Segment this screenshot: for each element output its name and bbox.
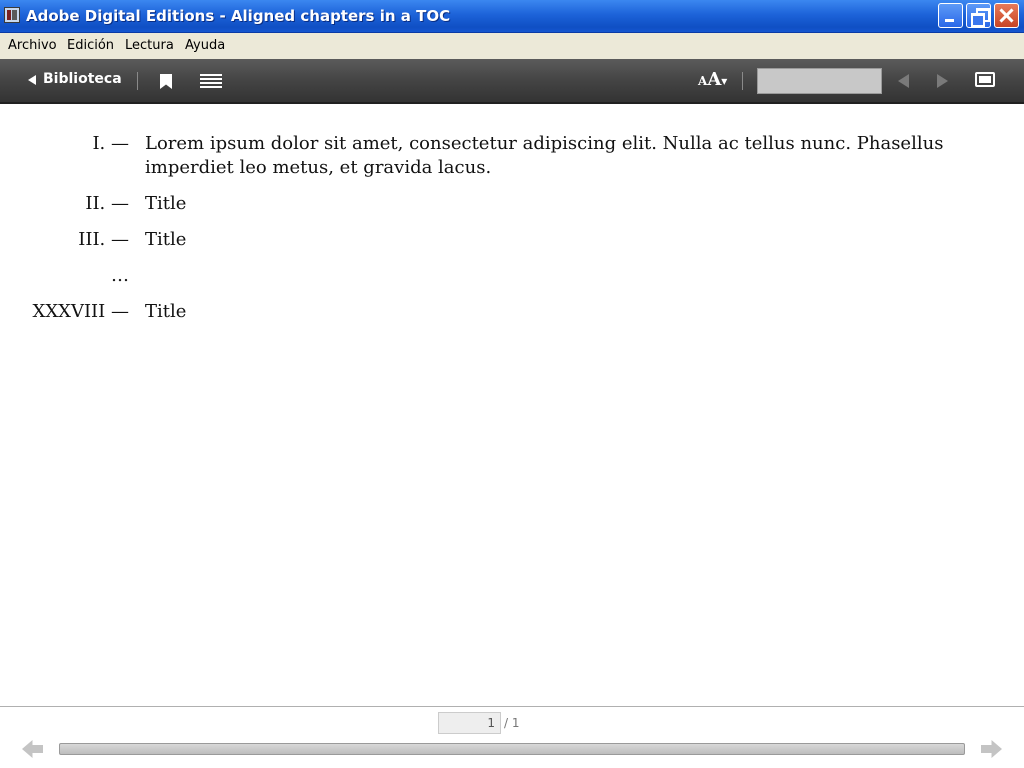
font-size-icon[interactable]: AA▾: [698, 69, 727, 90]
navigation-footer: 1 / 1: [0, 706, 1024, 768]
page-number-input[interactable]: 1: [438, 712, 501, 734]
menu-lectura[interactable]: Lectura: [125, 38, 174, 53]
toc-entry-number: I. —: [92, 133, 129, 154]
toc-entry-title: Lorem ipsum dolor sit amet, consectetur …: [145, 133, 944, 178]
next-page-arrow-icon[interactable]: [981, 740, 1002, 758]
prev-page-icon[interactable]: [898, 74, 909, 88]
close-button[interactable]: [994, 3, 1019, 28]
toc-entry-number: II. —: [85, 193, 129, 214]
menu-archivo[interactable]: Archivo: [8, 38, 57, 53]
search-input[interactable]: [757, 68, 882, 94]
toc-entry-title: Title: [145, 301, 187, 322]
reader-toolbar: Biblioteca AA▾: [0, 59, 1024, 104]
back-arrow-icon: [28, 75, 36, 85]
toc-entry-title: Title: [145, 229, 187, 250]
toc-list-icon[interactable]: [200, 74, 222, 88]
window-title: Adobe Digital Editions - Aligned chapter…: [26, 7, 451, 25]
toc-entry-number: …: [111, 265, 129, 286]
reading-pane: I. — Lorem ipsum dolor sit amet, consect…: [0, 104, 1024, 706]
toc-entry-number: III. —: [78, 229, 129, 250]
prev-page-arrow-icon[interactable]: [22, 740, 43, 758]
fullscreen-icon[interactable]: [975, 72, 995, 87]
toc-entry-number: XXXVIII —: [32, 301, 130, 322]
menu-ayuda[interactable]: Ayuda: [185, 38, 225, 53]
bookmark-icon[interactable]: [160, 74, 172, 89]
reading-progress-bar[interactable]: [59, 743, 965, 755]
library-label: Biblioteca: [43, 71, 122, 87]
toc-entry-title: Title: [145, 193, 187, 214]
next-page-icon[interactable]: [937, 74, 948, 88]
title-bar[interactable]: Adobe Digital Editions - Aligned chapter…: [0, 0, 1024, 33]
page-total: / 1: [504, 716, 520, 730]
toolbar-divider: [137, 72, 138, 90]
menu-edicion[interactable]: Edición: [67, 38, 114, 53]
restore-button[interactable]: [966, 3, 991, 28]
app-book-icon[interactable]: [4, 7, 20, 23]
menu-bar: Archivo Edición Lectura Ayuda: [0, 33, 1024, 59]
toolbar-divider: [742, 72, 743, 90]
minimize-button[interactable]: [938, 3, 963, 28]
